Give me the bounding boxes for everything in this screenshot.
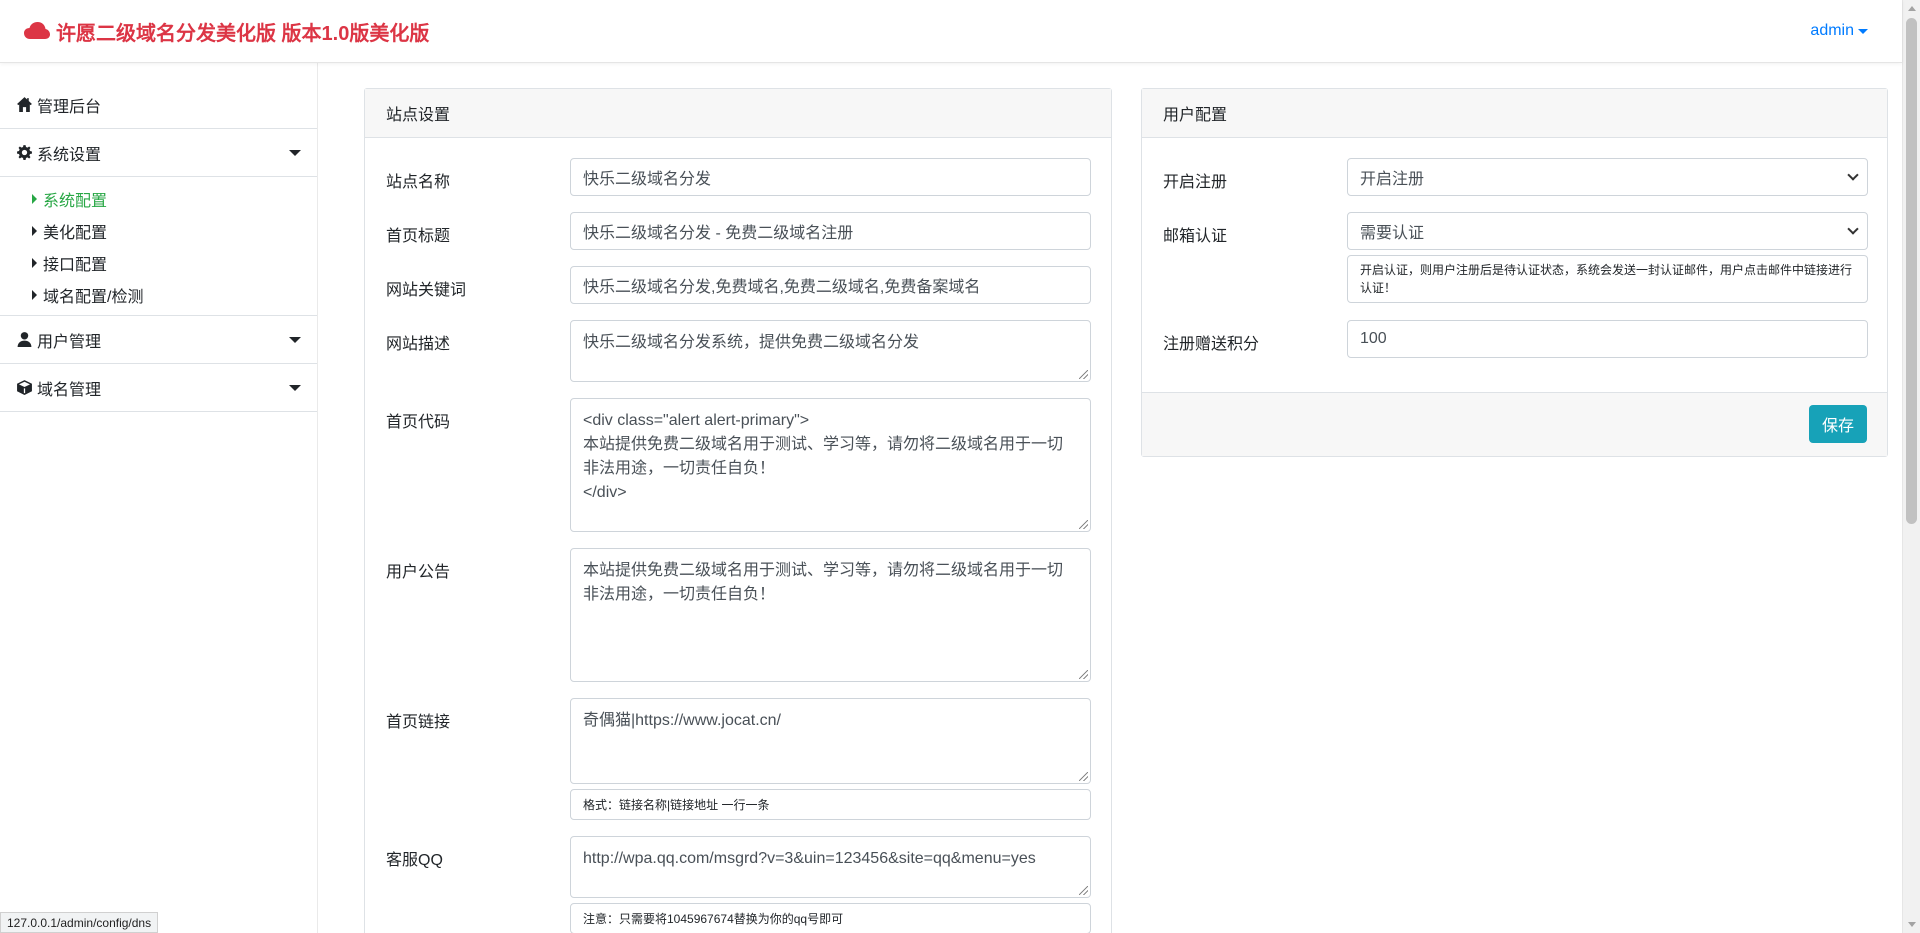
- cloud-icon: [24, 22, 50, 39]
- register-select[interactable]: 开启注册: [1347, 158, 1868, 196]
- brand[interactable]: 许愿二级域名分发美化版 版本1.0版美化版: [24, 17, 429, 46]
- keywords-input[interactable]: 快乐二级域名分发,免费域名,免费二级域名,免费备案域名: [570, 266, 1091, 304]
- gear-icon: [16, 144, 33, 161]
- scroll-thumb[interactable]: [1906, 18, 1917, 524]
- home-code-label: 首页代码: [386, 414, 451, 431]
- email-auth-select-value: 需要认证: [1360, 225, 1425, 242]
- status-url: 127.0.0.1/admin/config/dns: [0, 912, 159, 933]
- description-textarea[interactable]: 快乐二级域名分发系统，提供免费二级域名分发: [570, 320, 1091, 382]
- register-points-input[interactable]: 100: [1347, 320, 1868, 358]
- sidebar: 管理后台 系统设置 系统配置 美化配置 接口配置 域名配置/检测 用户管理 域名…: [0, 63, 318, 933]
- sidebar-subitem-label: 接口配置: [43, 257, 108, 274]
- notice-textarea[interactable]: 本站提供免费二级域名用于测试、学习等，请勿将二级域名用于一切 非法用途，一切责任…: [570, 548, 1091, 682]
- site-name-input[interactable]: 快乐二级域名分发: [570, 158, 1091, 196]
- sidebar-item-dashboard[interactable]: 管理后台: [0, 81, 317, 129]
- scroll-up-arrow-icon[interactable]: [1908, 6, 1916, 11]
- caret-down-icon: [289, 149, 301, 156]
- caret-right-icon: [32, 290, 37, 300]
- home-title-input[interactable]: 快乐二级域名分发 - 免费二级域名注册: [570, 212, 1091, 250]
- caret-down-icon: [289, 336, 301, 343]
- top-navbar: 许愿二级域名分发美化版 版本1.0版美化版 admin: [0, 0, 1902, 63]
- user-name: admin: [1810, 22, 1854, 39]
- brand-title: 许愿二级域名分发美化版 版本1.0版美化版: [56, 22, 430, 45]
- sidebar-subitem-label: 域名配置/检测: [43, 289, 144, 306]
- home-links-hint: 格式：链接名称|链接地址 一行一条: [570, 789, 1091, 820]
- user-icon: [16, 331, 33, 348]
- sidebar-subitem-label: 系统配置: [43, 193, 108, 210]
- sidebar-item-label: 管理后台: [37, 98, 102, 116]
- email-auth-hint: 开启认证，则用户注册后是待认证状态，系统会发送一封认证邮件，用户点击邮件中链接进…: [1347, 255, 1868, 303]
- sidebar-item-label: 用户管理: [37, 333, 102, 351]
- card-title: 站点设置: [365, 89, 1111, 138]
- caret-right-icon: [32, 194, 37, 204]
- caret-down-icon: [289, 384, 301, 391]
- sidebar-item-system-settings[interactable]: 系统设置: [0, 129, 317, 177]
- card-footer: 保存: [1142, 392, 1887, 456]
- notice-label: 用户公告: [386, 564, 451, 581]
- caret-right-icon: [32, 226, 37, 236]
- home-code-textarea[interactable]: <div class="alert alert-primary"> 本站提供免费…: [570, 398, 1091, 532]
- register-select-value: 开启注册: [1360, 171, 1425, 188]
- register-points-label: 注册赠送积分: [1163, 336, 1260, 353]
- register-label: 开启注册: [1163, 174, 1228, 191]
- qq-textarea[interactable]: http://wpa.qq.com/msgrd?v=3&uin=123456&s…: [570, 836, 1091, 898]
- scroll-down-arrow-icon[interactable]: [1908, 922, 1916, 927]
- sidebar-item-user-management[interactable]: 用户管理: [0, 316, 317, 364]
- qq-label: 客服QQ: [386, 852, 443, 869]
- site-name-label: 站点名称: [386, 174, 451, 191]
- sidebar-subitem-theme-config[interactable]: 美化配置: [0, 215, 317, 247]
- site-settings-card: 站点设置 站点名称 快乐二级域名分发 首页标题 快乐二级域名分发 - 免费二级域…: [364, 88, 1112, 933]
- keywords-label: 网站关键词: [386, 282, 467, 299]
- chevron-down-icon: [1847, 223, 1859, 235]
- sidebar-subitem-api-config[interactable]: 接口配置: [0, 247, 317, 279]
- qq-hint: 注意：只需要将1045967674替换为你的qq号即可: [570, 903, 1091, 933]
- sidebar-item-label: 系统设置: [37, 146, 102, 164]
- sidebar-item-label: 域名管理: [37, 381, 102, 399]
- scrollbar[interactable]: [1902, 0, 1920, 933]
- home-icon: [16, 96, 33, 113]
- email-auth-label: 邮箱认证: [1163, 228, 1228, 245]
- email-auth-select[interactable]: 需要认证: [1347, 212, 1868, 250]
- user-menu[interactable]: admin: [1810, 22, 1868, 40]
- sidebar-subitem-domain-config[interactable]: 域名配置/检测: [0, 279, 317, 311]
- save-button[interactable]: 保存: [1809, 405, 1867, 443]
- home-links-textarea[interactable]: 奇偶猫|https://www.jocat.cn/: [570, 698, 1091, 784]
- home-title-label: 首页标题: [386, 228, 451, 245]
- cube-icon: [16, 379, 33, 396]
- sidebar-subitem-system-config[interactable]: 系统配置: [0, 183, 317, 215]
- caret-right-icon: [32, 258, 37, 268]
- home-links-label: 首页链接: [386, 714, 451, 731]
- card-title: 用户配置: [1142, 89, 1887, 138]
- user-config-card: 用户配置 开启注册 开启注册 邮箱认证 需要认证 开启认证，则用户注册后是待认证…: [1141, 88, 1888, 457]
- chevron-down-icon: [1847, 169, 1859, 181]
- description-label: 网站描述: [386, 336, 451, 353]
- caret-down-icon: [1858, 28, 1868, 34]
- system-settings-submenu: 系统配置 美化配置 接口配置 域名配置/检测: [0, 177, 317, 316]
- sidebar-item-domain-management[interactable]: 域名管理: [0, 364, 317, 412]
- sidebar-subitem-label: 美化配置: [43, 225, 108, 242]
